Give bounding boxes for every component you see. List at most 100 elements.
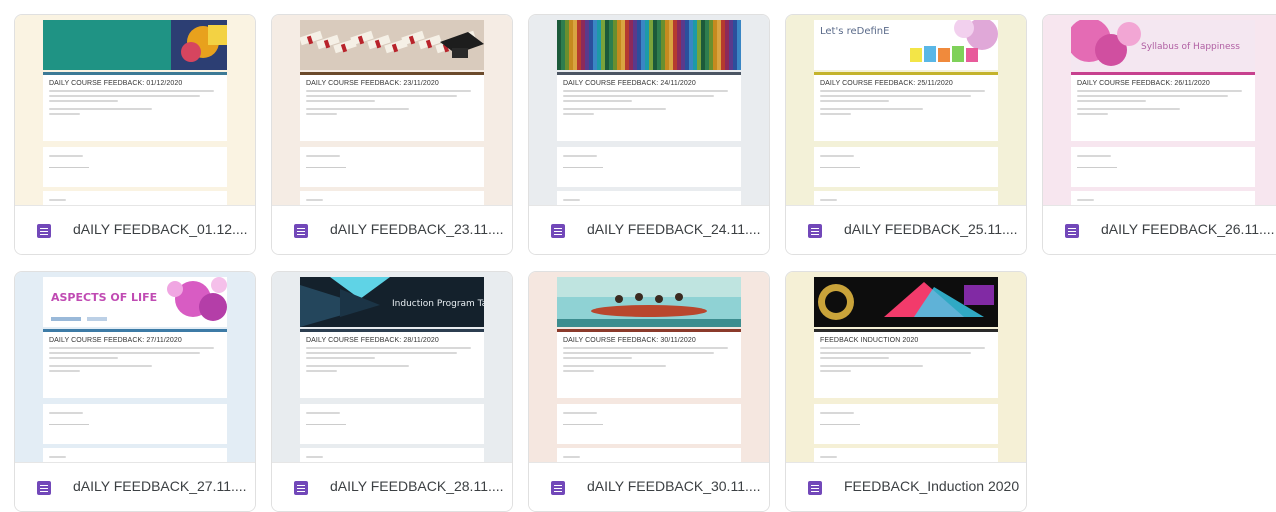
file-footer[interactable]: dAILY FEEDBACK_27.11.... bbox=[15, 462, 255, 511]
form-title-card: DAILY COURSE FEEDBACK: 28/11/2020 bbox=[300, 329, 484, 398]
google-forms-icon bbox=[37, 481, 51, 495]
form-title-card: DAILY COURSE FEEDBACK: 30/11/2020 bbox=[557, 329, 741, 398]
form-title-card: DAILY COURSE FEEDBACK: 23/11/2020 bbox=[300, 72, 484, 141]
form-thumbnail: DAILY COURSE FEEDBACK: 30/11/2020 bbox=[529, 272, 769, 462]
form-title-card: FEEDBACK INDUCTION 2020 bbox=[814, 329, 998, 398]
form-title: DAILY COURSE FEEDBACK: 25/11/2020 bbox=[820, 80, 953, 87]
form-banner bbox=[557, 277, 741, 327]
file-card[interactable]: FEEDBACK INDUCTION 2020 FEEDBACK_Inducti… bbox=[785, 271, 1027, 512]
google-forms-icon bbox=[294, 224, 308, 238]
google-forms-icon bbox=[551, 481, 565, 495]
file-name[interactable]: dAILY FEEDBACK_28.11.... bbox=[330, 478, 504, 494]
form-title: DAILY COURSE FEEDBACK: 01/12/2020 bbox=[49, 80, 183, 87]
form-preview: ASPECTS OF LIFE DAILY COURSE FEEDBACK: 2… bbox=[43, 272, 227, 462]
form-question-card bbox=[814, 191, 998, 205]
file-card[interactable]: Let's reDefinE DAILY COURSE FEEDBACK: 25… bbox=[785, 14, 1027, 255]
file-footer[interactable]: dAILY FEEDBACK_26.11.... bbox=[1043, 205, 1276, 254]
form-question-card bbox=[43, 147, 227, 187]
form-thumbnail: DAILY COURSE FEEDBACK: 24/11/2020 bbox=[529, 15, 769, 205]
form-title-card: DAILY COURSE FEEDBACK: 24/11/2020 bbox=[557, 72, 741, 141]
google-forms-icon bbox=[1065, 224, 1079, 238]
form-question-card bbox=[300, 147, 484, 187]
file-name[interactable]: dAILY FEEDBACK_25.11.... bbox=[844, 221, 1018, 237]
form-question-card bbox=[557, 448, 741, 462]
file-footer[interactable]: dAILY FEEDBACK_30.11.... bbox=[529, 462, 769, 511]
form-title-card: DAILY COURSE FEEDBACK: 27/11/2020 bbox=[43, 329, 227, 398]
form-question-card bbox=[43, 448, 227, 462]
file-name[interactable]: dAILY FEEDBACK_23.11.... bbox=[330, 221, 504, 237]
form-question-card bbox=[557, 404, 741, 444]
banner-text: Syllabus of Happiness bbox=[1141, 42, 1240, 52]
form-thumbnail: FEEDBACK INDUCTION 2020 bbox=[786, 272, 1026, 462]
file-footer[interactable]: dAILY FEEDBACK_01.12.... bbox=[15, 205, 255, 254]
file-name[interactable]: dAILY FEEDBACK_26.11.... bbox=[1101, 221, 1275, 237]
form-banner: Induction Program Talk bbox=[300, 277, 484, 327]
form-thumbnail: Syllabus of Happiness DAILY COURSE FEEDB… bbox=[1043, 15, 1276, 205]
google-forms-icon bbox=[294, 481, 308, 495]
form-title: DAILY COURSE FEEDBACK: 28/11/2020 bbox=[306, 337, 439, 344]
form-title: DAILY COURSE FEEDBACK: 26/11/2020 bbox=[1077, 80, 1210, 87]
form-question-card bbox=[43, 404, 227, 444]
form-banner: Syllabus of Happiness bbox=[1071, 20, 1255, 70]
form-question-card bbox=[1071, 191, 1255, 205]
file-footer[interactable]: dAILY FEEDBACK_24.11.... bbox=[529, 205, 769, 254]
form-banner: ASPECTS OF LIFE bbox=[43, 277, 227, 327]
form-question-card bbox=[1071, 147, 1255, 187]
file-card[interactable]: DAILY COURSE FEEDBACK: 01/12/2020 dAILY … bbox=[14, 14, 256, 255]
file-card[interactable]: DAILY COURSE FEEDBACK: 24/11/2020 dAILY … bbox=[528, 14, 770, 255]
form-thumbnail: Let's reDefinE DAILY COURSE FEEDBACK: 25… bbox=[786, 15, 1026, 205]
file-name[interactable]: dAILY FEEDBACK_01.12.... bbox=[73, 221, 248, 237]
form-preview: DAILY COURSE FEEDBACK: 23/11/2020 bbox=[300, 15, 484, 205]
form-question-card bbox=[557, 191, 741, 205]
file-card[interactable]: Syllabus of Happiness DAILY COURSE FEEDB… bbox=[1042, 14, 1276, 255]
form-preview: Let's reDefinE DAILY COURSE FEEDBACK: 25… bbox=[814, 15, 998, 205]
form-preview: DAILY COURSE FEEDBACK: 30/11/2020 bbox=[557, 272, 741, 462]
banner-text: ASPECTS OF LIFE bbox=[51, 291, 158, 304]
form-title-card: DAILY COURSE FEEDBACK: 26/11/2020 bbox=[1071, 72, 1255, 141]
file-footer[interactable]: dAILY FEEDBACK_23.11.... bbox=[272, 205, 512, 254]
form-preview: DAILY COURSE FEEDBACK: 24/11/2020 bbox=[557, 15, 741, 205]
form-banner bbox=[43, 20, 227, 70]
file-card[interactable]: DAILY COURSE FEEDBACK: 30/11/2020 dAILY … bbox=[528, 271, 770, 512]
form-question-card bbox=[43, 191, 227, 205]
file-footer[interactable]: dAILY FEEDBACK_25.11.... bbox=[786, 205, 1026, 254]
file-card[interactable]: DAILY COURSE FEEDBACK: 23/11/2020 dAILY … bbox=[271, 14, 513, 255]
form-title-card: DAILY COURSE FEEDBACK: 01/12/2020 bbox=[43, 72, 227, 141]
form-title: DAILY COURSE FEEDBACK: 24/11/2020 bbox=[563, 80, 696, 87]
form-question-card bbox=[300, 448, 484, 462]
google-forms-icon bbox=[808, 481, 822, 495]
google-forms-icon bbox=[808, 224, 822, 238]
form-title-card: DAILY COURSE FEEDBACK: 25/11/2020 bbox=[814, 72, 998, 141]
file-footer[interactable]: FEEDBACK_Induction 2020 bbox=[786, 462, 1026, 511]
form-question-card bbox=[814, 147, 998, 187]
form-title: DAILY COURSE FEEDBACK: 23/11/2020 bbox=[306, 80, 439, 87]
form-preview: Induction Program Talk DAILY COURSE FEED… bbox=[300, 272, 484, 462]
file-card[interactable]: Induction Program Talk DAILY COURSE FEED… bbox=[271, 271, 513, 512]
banner-text: Let's reDefinE bbox=[820, 26, 890, 37]
form-question-card bbox=[814, 448, 998, 462]
file-name[interactable]: dAILY FEEDBACK_27.11.... bbox=[73, 478, 247, 494]
file-footer[interactable]: dAILY FEEDBACK_28.11.... bbox=[272, 462, 512, 511]
google-forms-icon bbox=[37, 224, 51, 238]
form-question-card bbox=[300, 191, 484, 205]
form-question-card bbox=[557, 147, 741, 187]
form-question-card bbox=[300, 404, 484, 444]
file-name[interactable]: dAILY FEEDBACK_24.11.... bbox=[587, 221, 761, 237]
google-forms-icon bbox=[551, 224, 565, 238]
form-thumbnail: DAILY COURSE FEEDBACK: 01/12/2020 bbox=[15, 15, 255, 205]
form-banner bbox=[557, 20, 741, 70]
form-title: DAILY COURSE FEEDBACK: 30/11/2020 bbox=[563, 337, 696, 344]
form-preview: Syllabus of Happiness DAILY COURSE FEEDB… bbox=[1071, 15, 1255, 205]
form-banner bbox=[814, 277, 998, 327]
form-thumbnail: DAILY COURSE FEEDBACK: 23/11/2020 bbox=[272, 15, 512, 205]
form-question-card bbox=[814, 404, 998, 444]
file-name[interactable]: dAILY FEEDBACK_30.11.... bbox=[587, 478, 761, 494]
file-card[interactable]: ASPECTS OF LIFE DAILY COURSE FEEDBACK: 2… bbox=[14, 271, 256, 512]
file-name[interactable]: FEEDBACK_Induction 2020 bbox=[844, 478, 1019, 494]
form-preview: DAILY COURSE FEEDBACK: 01/12/2020 bbox=[43, 15, 227, 205]
form-title: DAILY COURSE FEEDBACK: 27/11/2020 bbox=[49, 337, 182, 344]
form-thumbnail: Induction Program Talk DAILY COURSE FEED… bbox=[272, 272, 512, 462]
form-banner bbox=[300, 20, 484, 70]
form-preview: FEEDBACK INDUCTION 2020 bbox=[814, 272, 998, 462]
form-banner: Let's reDefinE bbox=[814, 20, 998, 70]
